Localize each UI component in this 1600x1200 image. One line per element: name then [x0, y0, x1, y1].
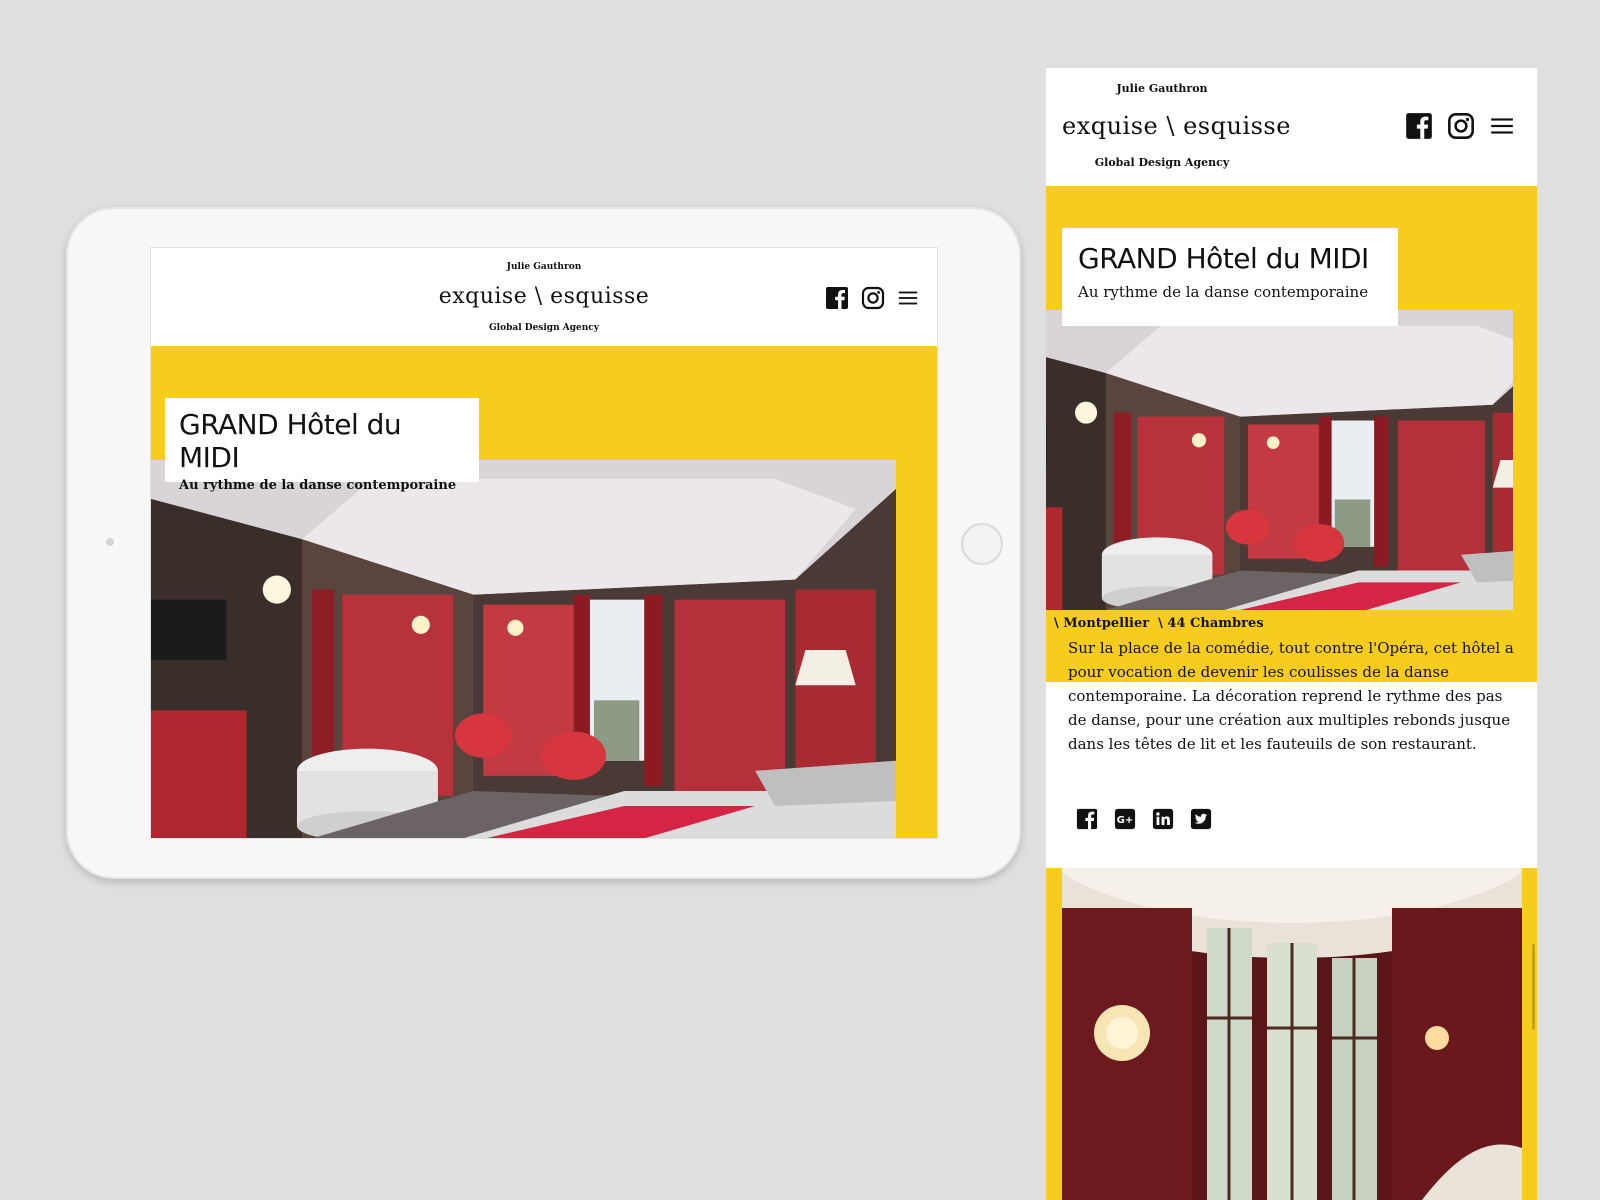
tablet-screen: Julie Gauthron exquise \ esquisse Global…: [150, 247, 938, 839]
project-hero: GRAND Hôtel du MIDI Au rythme de la dans…: [151, 346, 937, 839]
site-logo[interactable]: exquise \ esquisse: [151, 284, 937, 309]
linkedin-icon[interactable]: [1152, 808, 1174, 830]
header-icons: [825, 286, 919, 310]
twitter-icon[interactable]: [1190, 808, 1212, 830]
site-header: Julie Gauthron exquise \ esquisse Global…: [151, 248, 937, 346]
tag-rooms: \ 44 Chambres: [1158, 616, 1264, 631]
instagram-icon[interactable]: [861, 286, 885, 310]
facebook-icon[interactable]: [1405, 112, 1433, 140]
site-header: Julie Gauthron exquise \ esquisse Global…: [1046, 68, 1537, 186]
hotel-room-photo: [1046, 310, 1513, 610]
share-icons: [1076, 808, 1212, 830]
mobile-screen: Julie Gauthron exquise \ esquisse Global…: [1046, 68, 1537, 1200]
project-gallery: [1046, 868, 1537, 1200]
project-title-card: GRAND Hôtel du MIDI Au rythme de la dans…: [1062, 228, 1398, 326]
project-subtitle: Au rythme de la danse contemporaine: [179, 478, 457, 493]
project-subtitle: Au rythme de la danse contemporaine: [1078, 283, 1369, 301]
project-title: GRAND Hôtel du MIDI: [179, 408, 402, 474]
project-description: Sur la place de la comédie, tout contre …: [1068, 639, 1514, 753]
project-title: GRAND Hôtel du MIDI: [1078, 242, 1369, 275]
tag-city: \ Montpellier: [1054, 616, 1150, 631]
author-name: Julie Gauthron: [1116, 82, 1208, 95]
project-tags: \ Montpellier \ 44 Chambres: [1050, 614, 1268, 636]
author-name: Julie Gauthron: [506, 262, 582, 272]
hotel-room-photo: [151, 460, 896, 839]
camera-dot: [106, 538, 114, 546]
agency-tagline: Global Design Agency: [488, 323, 600, 333]
menu-icon[interactable]: [897, 287, 919, 309]
google-plus-icon[interactable]: [1114, 808, 1136, 830]
scrollbar-thumb[interactable]: [1532, 944, 1535, 1030]
agency-tagline: Global Design Agency: [1094, 156, 1230, 169]
tablet-mockup: Julie Gauthron exquise \ esquisse Global…: [66, 207, 1021, 879]
facebook-icon[interactable]: [1076, 808, 1098, 830]
menu-icon[interactable]: [1489, 113, 1515, 139]
instagram-icon[interactable]: [1447, 112, 1475, 140]
home-button[interactable]: [961, 523, 1003, 565]
site-logo[interactable]: exquise \ esquisse: [1062, 112, 1291, 140]
stained-glass-staircase-photo: [1062, 868, 1522, 1200]
project-title-card: GRAND Hôtel du MIDI Au rythme de la dans…: [165, 398, 479, 493]
facebook-icon[interactable]: [825, 286, 849, 310]
header-icons: [1405, 112, 1515, 140]
